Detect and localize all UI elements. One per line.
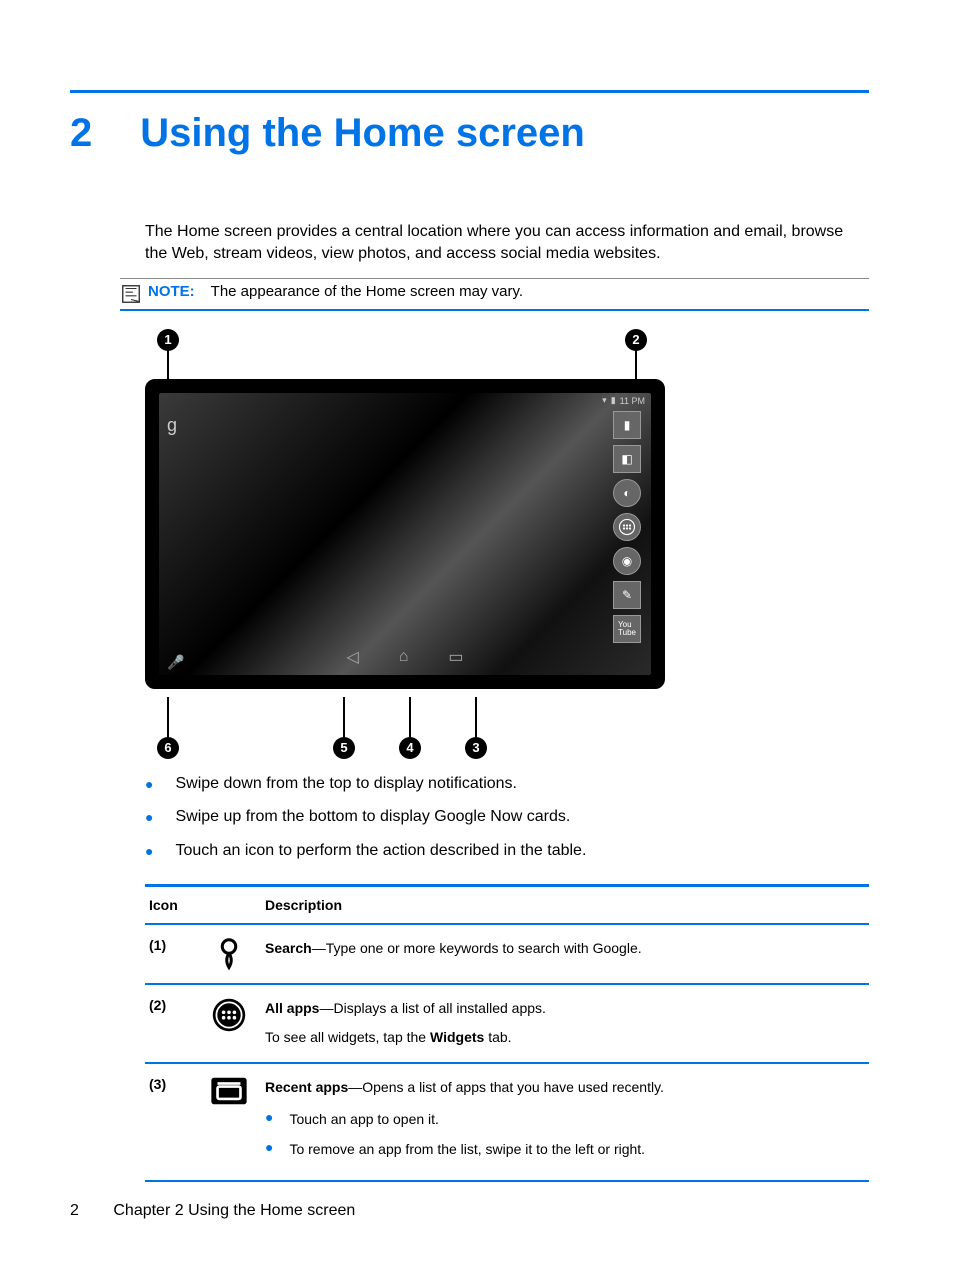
instruction-list: ●Swipe down from the top to display noti… (145, 775, 869, 862)
app-icon-5: ◉ (613, 547, 641, 575)
list-item: ●Swipe up from the bottom to display Goo… (145, 808, 869, 828)
top-rule (70, 90, 869, 93)
th-icon: Icon (145, 897, 265, 913)
note-block: NOTE: The appearance of the Home screen … (120, 278, 869, 311)
callout-6: 6 (157, 737, 179, 759)
page-number: 2 (70, 1202, 79, 1219)
tablet-status-bar: ▾▮11 PM (159, 393, 651, 409)
all-apps-icon (193, 997, 265, 1033)
callout-3: 3 (465, 737, 487, 759)
table-row: (2) All apps—Displays a list of all inst… (145, 985, 869, 1065)
nav-back-icon: ◁ (346, 647, 358, 667)
recent-apps-icon (193, 1076, 265, 1106)
nav-recent-icon: ▭ (448, 647, 463, 667)
app-icon-2: ◧ (613, 445, 641, 473)
chapter-number: 2 (70, 111, 92, 156)
app-icon-3: ◐ (613, 479, 641, 507)
table-row: (1) Search—Type one or more keywords to … (145, 925, 869, 985)
th-desc: Description (265, 897, 869, 913)
chapter-header: 2 Using the Home screen (70, 111, 869, 156)
callout-4: 4 (399, 737, 421, 759)
bullet-icon: ● (265, 1108, 273, 1132)
bullet-icon: ● (145, 808, 153, 828)
footer-text: Chapter 2 Using the Home screen (113, 1202, 355, 1219)
callout-5: 5 (333, 737, 355, 759)
search-icon (193, 937, 265, 971)
note-text: The appearance of the Home screen may va… (211, 283, 523, 300)
bullet-icon: ● (265, 1138, 273, 1162)
youtube-icon: YouTube (613, 615, 641, 643)
callout-1: 1 (157, 329, 179, 351)
callout-2: 2 (625, 329, 647, 351)
note-icon (120, 283, 142, 305)
page-footer: 2 Chapter 2 Using the Home screen (70, 1202, 355, 1220)
list-item: ●Swipe down from the top to display noti… (145, 775, 869, 795)
search-handle-icon: g (167, 415, 177, 436)
bullet-icon: ● (145, 775, 153, 795)
note-label: NOTE: (148, 283, 195, 300)
app-icon-1: ▮ (613, 411, 641, 439)
home-screen-figure: 1 2 ▾▮11 PM g 🎤 ▮ ◧ ◐ (145, 329, 665, 759)
table-row: (3) Recent apps—Opens a list of apps tha… (145, 1064, 869, 1181)
bullet-icon: ● (145, 842, 153, 862)
nav-home-icon: ⌂ (399, 648, 409, 666)
list-item: ●Touch an icon to perform the action des… (145, 842, 869, 862)
icon-table: Icon Description (1) Search—Type one or … (145, 884, 869, 1182)
app-icon-6: ✎ (613, 581, 641, 609)
all-apps-icon (613, 513, 641, 541)
intro-paragraph: The Home screen provides a central locat… (145, 221, 869, 266)
chapter-title: Using the Home screen (140, 111, 585, 156)
